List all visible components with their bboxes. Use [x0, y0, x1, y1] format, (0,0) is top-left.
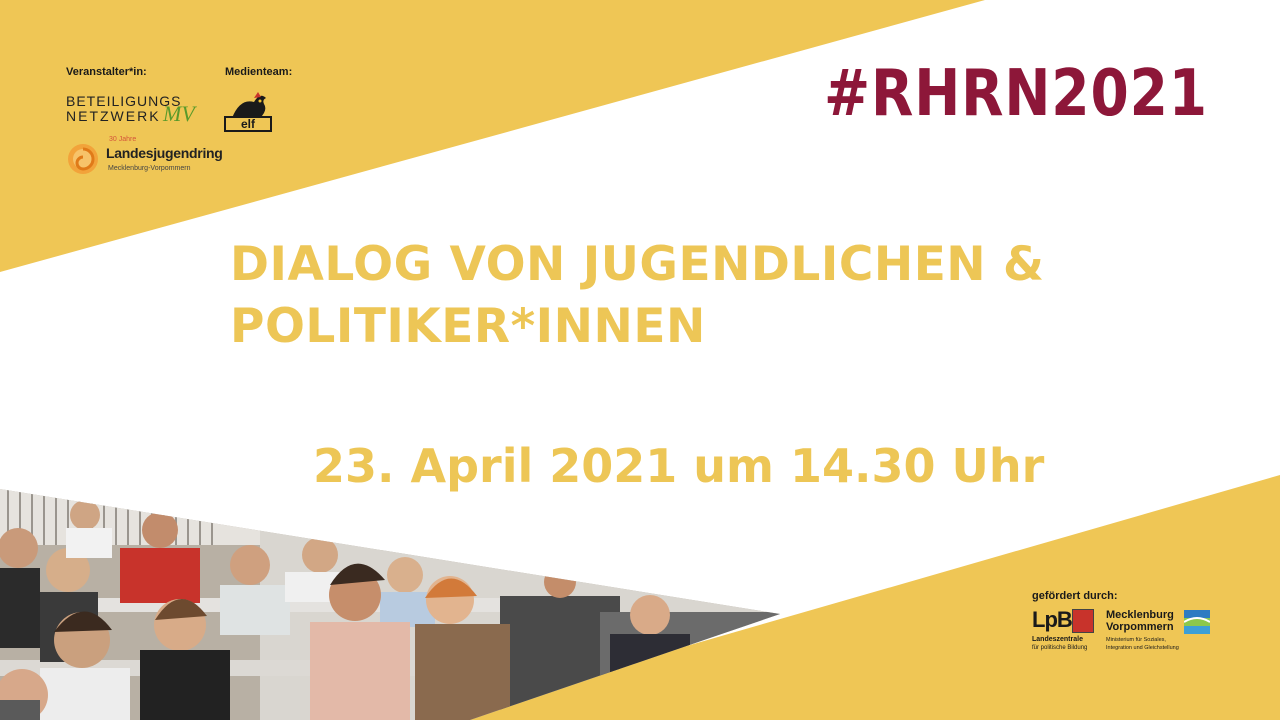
headline-line1: DIALOG VON JUGENDLICHEN &: [230, 237, 1045, 292]
mv-ministry-logo[interactable]: Mecklenburg Vorpommern Ministerium für S…: [1106, 608, 1216, 656]
anniversary-badge: 30 Jahre: [109, 136, 137, 143]
headline-line2: POLITIKER*INNEN: [230, 299, 706, 354]
media-team-label: Medienteam:: [225, 66, 293, 78]
headline: DIALOG VON JUGENDLICHEN & POLITIKER*INNE…: [230, 234, 1044, 358]
medienteam-name: elf: [224, 116, 272, 132]
landesjugendring-logo[interactable]: 30 Jahre Landesjugendring Mecklenburg-Vo…: [66, 136, 223, 180]
lpb-line2: für politische Bildung: [1032, 645, 1088, 651]
event-date: 23. April 2021 um 14.30 Uhr: [313, 439, 1045, 493]
mv-line2: Vorpommern: [1106, 621, 1174, 633]
title-card: Veranstalter*in: Medienteam: BETEILIGUNG…: [0, 0, 1280, 720]
beteiligungsnetzwerk-logo[interactable]: BETEILIGUNGS NETZWERK MV: [66, 93, 196, 133]
swirl-icon: [68, 144, 98, 174]
lpb-logo[interactable]: LpB Landeszentrale für politische Bildun…: [1032, 608, 1094, 654]
medienteam-logo[interactable]: elf: [224, 90, 272, 134]
mv-mark: MV: [163, 101, 195, 126]
landesjugendring-name: Landesjugendring: [106, 145, 223, 161]
mv-line4: Integration und Gleichstellung: [1106, 645, 1179, 651]
logo-line2: NETZWERK: [66, 108, 161, 124]
lpb-line1: Landeszentrale: [1032, 636, 1083, 643]
landesjugendring-region: Mecklenburg-Vorpommern: [108, 165, 191, 172]
mv-line3: Ministerium für Soziales,: [1106, 637, 1166, 643]
mv-flag-icon: [1184, 610, 1210, 634]
mv-line1: Mecklenburg: [1106, 609, 1174, 621]
event-hashtag: #RHRN2021: [824, 57, 1208, 131]
lpb-mark: LpB: [1032, 607, 1073, 632]
coat-of-arms-icon: [1072, 609, 1094, 633]
sponsor-label: gefördert durch:: [1032, 590, 1118, 602]
organizers-label: Veranstalter*in:: [66, 66, 147, 78]
